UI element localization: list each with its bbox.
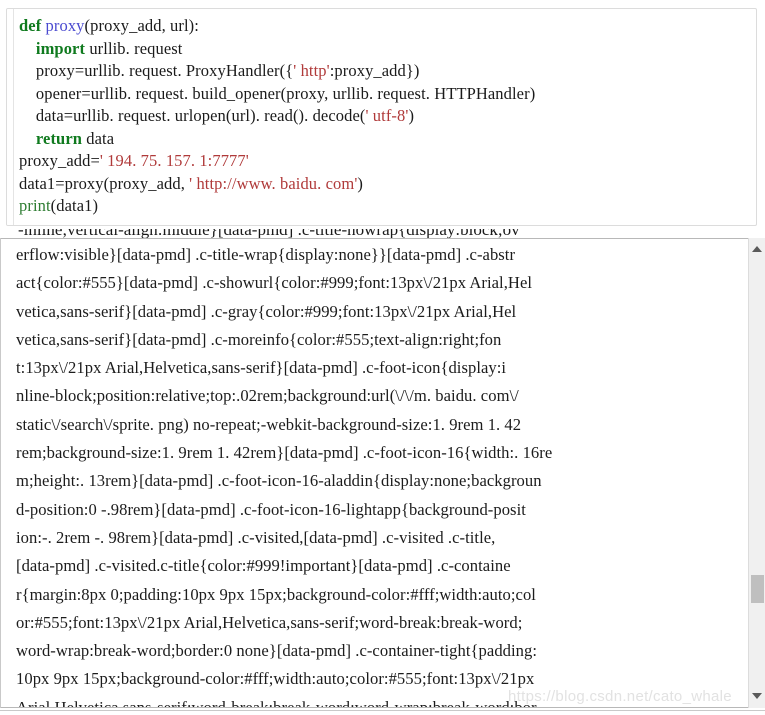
css-output-line: r{margin:8px 0;padding:10px 9px 15px;bac… [16,584,536,604]
code-token: opener=urllib. request. build_opener(pro… [19,83,536,103]
code-line: def proxy(proxy_add, url): [19,15,754,38]
css-output-line: erflow:visible}[data-pmd] .c-title-wrap{… [16,245,516,264]
code-token: urllib. request [89,38,183,58]
code-line: data=urllib. request. urlopen(url). read… [19,105,754,128]
css-output-line: nline-block;position:relative;top:.02rem… [16,386,519,406]
code-gutter [7,9,14,225]
panel-bottom-border [0,710,765,711]
scrollbar-thumb[interactable] [751,575,764,603]
code-token: proxy=urllib. request. ProxyHandler({ [19,61,294,80]
code-token: data1=proxy(proxy_add, [19,173,190,193]
code-line: print(data1) [19,195,754,218]
code-token: (proxy_add, url): [84,16,199,35]
code-line: proxy_add=' 194. 75. 157. 1:7777' [19,150,754,173]
css-output-line: ion:-. 2rem -. 98rem}[data-pmd] .c-visit… [16,527,496,547]
code-token: ' 194. 75. 157. 1:7777' [99,151,249,170]
css-output-line: t:13px\/21px Arial,Helvetica,sans-serif}… [16,358,507,378]
css-output-line: static\/search\/sprite. png) no-repeat;-… [16,414,522,434]
scroll-up-arrow-icon[interactable] [749,240,765,257]
python-code-block: def proxy(proxy_add, url): import urllib… [6,8,757,226]
code-token: def [19,16,46,35]
code-token: data [86,128,115,148]
code-token: proxy_add= [19,151,100,170]
code-token: ' http://www. baidu. com' [189,173,358,193]
panel-left-border [0,238,1,708]
css-output-line: d-position:0 -.98rem}[data-pmd] .c-foot-… [16,499,526,519]
css-output-line: Arial,Helvetica,sans-serif;word-break:br… [16,697,537,708]
code-line: data1=proxy(proxy_add, ' http://www. bai… [19,173,754,196]
code-line: import urllib. request [19,38,754,61]
css-output-line: 10px 9px 15px;background-color:#fff;widt… [16,669,535,689]
scroll-down-arrow-icon[interactable] [749,687,765,704]
css-output-line: m;height:. 13rem}[data-pmd] .c-foot-icon… [16,471,542,491]
code-token: proxy [45,16,85,35]
code-token: :proxy_add}) [329,61,420,80]
css-output-line: vetica,sans-serif}[data-pmd] .c-gray{col… [16,301,517,321]
css-output-line: vetica,sans-serif}[data-pmd] .c-moreinfo… [16,329,502,349]
css-output-text: erflow:visible}[data-pmd] .c-title-wrap{… [16,241,716,708]
code-token: ' http' [293,61,330,80]
css-output-line: [data-pmd] .c-visited.c-title{color:#999… [16,556,511,576]
code-line: opener=urllib. request. build_opener(pro… [19,83,754,106]
code-token: ' utf-8' [365,106,409,125]
code-body: def proxy(proxy_add, url): import urllib… [19,15,754,218]
css-output-line: rem;background-size:1. 9rem 1. 42rem}[da… [16,443,553,463]
code-token: ) [408,106,415,125]
code-line: return data [19,128,754,151]
code-line: proxy=urllib. request. ProxyHandler({' h… [19,60,754,83]
css-output-line: act{color:#555}[data-pmd] .c-showurl{col… [16,273,533,293]
code-token: data=urllib. request. urlopen(url). read… [19,106,366,125]
code-token: (data1) [50,196,99,215]
code-token: return [35,128,87,148]
css-output-line: word-wrap:break-word;border:0 none}[data… [16,641,538,661]
css-output-panel[interactable]: erflow:visible}[data-pmd] .c-title-wrap{… [0,238,765,708]
code-token: ) [357,173,363,193]
css-output-line: or:#555;font:13px\/21px Arial,Helvetica,… [16,612,523,632]
code-token: import [35,38,90,58]
vertical-scrollbar[interactable] [748,238,765,708]
code-token: print [19,196,51,215]
